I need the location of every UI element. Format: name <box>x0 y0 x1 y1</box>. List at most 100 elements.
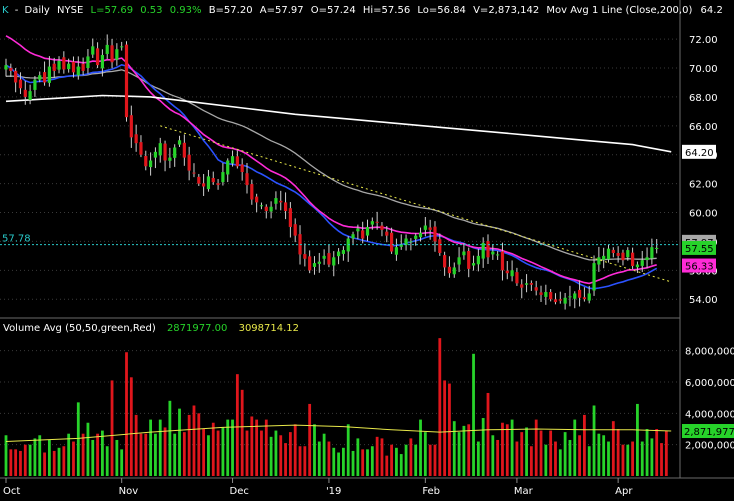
candle-body <box>197 176 201 184</box>
volume-bar <box>602 435 606 476</box>
volume-bar <box>101 430 104 476</box>
candle-body <box>587 293 591 301</box>
volume-bar <box>640 441 644 476</box>
candle-body <box>611 249 615 253</box>
candle-body <box>173 147 177 158</box>
volume-bar <box>264 419 268 476</box>
volume-header: Volume Avg (50,50,green,Red) 2871977.00 … <box>3 323 299 334</box>
candle-body <box>192 172 196 174</box>
volume-bar <box>149 419 152 476</box>
volume-bar <box>38 435 42 476</box>
volume-bar <box>43 452 46 476</box>
candle-body <box>202 183 206 187</box>
candle-body <box>510 270 514 277</box>
candle-body <box>655 247 659 249</box>
candle-body <box>549 292 553 300</box>
header-symbol: K <box>2 5 9 16</box>
candle-body <box>279 200 283 203</box>
volume-bar <box>476 441 480 476</box>
candle-body <box>481 242 485 259</box>
volume-bar <box>288 432 292 476</box>
volume-tick-label: 8,000,000 <box>685 347 734 358</box>
volume-bar <box>231 419 234 476</box>
candle-body <box>568 296 572 298</box>
candle <box>124 41 129 122</box>
candle-body <box>52 63 56 71</box>
candle-body <box>524 283 529 285</box>
price-tag-label: 64.20 <box>685 148 714 159</box>
price-tick-label: 66.00 <box>689 122 718 133</box>
candle-body <box>120 46 124 48</box>
candle-body <box>139 142 143 155</box>
volume-bar <box>655 429 659 476</box>
volume-bar <box>235 374 239 476</box>
volume-bar <box>448 383 451 476</box>
volume-bar <box>303 446 307 476</box>
candle-body <box>563 297 567 304</box>
candle-body <box>115 49 119 60</box>
candle-body <box>390 232 394 252</box>
volume-bar <box>202 429 206 476</box>
candle-body <box>496 254 500 256</box>
volume-bar <box>457 432 461 476</box>
volume-bar <box>501 422 504 476</box>
volume-bar <box>144 433 148 476</box>
volume-bar <box>255 419 259 476</box>
volume-bar <box>361 449 365 476</box>
volume-bar <box>86 422 90 476</box>
header-ma-value: 64.2 <box>701 5 723 16</box>
candle-body <box>433 226 437 242</box>
candle-body <box>592 263 596 291</box>
candle-body <box>158 143 162 156</box>
header-last: L=57.69 <box>91 5 134 16</box>
candle-body <box>149 160 153 168</box>
volume-bar <box>182 432 186 476</box>
candle-body <box>235 156 239 167</box>
header-high: Hi=57.56 <box>363 5 410 16</box>
candle-body <box>187 154 191 171</box>
candle-body <box>134 134 138 144</box>
candle-body <box>317 261 321 264</box>
stock-chart[interactable]: 72.0070.0068.0066.0064.0062.0060.0058.00… <box>0 0 734 497</box>
volume-bar <box>607 441 610 476</box>
volume-bar <box>616 429 620 476</box>
volume-bar <box>558 449 562 476</box>
volume-bar <box>544 444 548 476</box>
candle-body <box>264 206 268 212</box>
candle-body <box>356 228 360 232</box>
volume-bar <box>505 424 509 476</box>
candle-body <box>95 48 100 66</box>
candle-body <box>211 177 215 183</box>
volume-bar <box>240 389 244 476</box>
candle-body <box>332 257 336 266</box>
volume-bar <box>81 433 85 476</box>
volume-bar <box>327 441 331 476</box>
candle-body <box>288 208 292 227</box>
candle-body <box>259 205 264 207</box>
volume-bar <box>664 430 668 476</box>
chart-canvas[interactable]: 72.0070.0068.0066.0064.0062.0060.0058.00… <box>0 0 734 497</box>
candle-body <box>168 157 172 161</box>
price-tick-label: 70.00 <box>689 64 718 75</box>
volume-bar <box>534 419 538 476</box>
volume-header-title: Volume Avg (50,50,green,Red) <box>3 323 156 334</box>
volume-bar <box>554 441 557 476</box>
volume-bar <box>308 403 312 476</box>
volume-bar <box>332 447 336 476</box>
volume-bar <box>91 439 95 476</box>
volume-bar <box>356 438 360 476</box>
volume-bar <box>510 419 514 476</box>
volume-bar <box>105 446 109 476</box>
candle-body <box>423 225 427 230</box>
candle-body <box>206 176 211 190</box>
volume-bar <box>250 416 254 476</box>
volume-bar <box>404 444 408 476</box>
candle-body <box>9 67 13 71</box>
candle-body <box>327 253 331 265</box>
reference-line-label: 57.78 <box>2 234 31 245</box>
volume-bar <box>650 438 654 476</box>
volume-bar <box>467 424 471 476</box>
candle-body <box>91 46 95 55</box>
volume-bar <box>342 447 345 476</box>
price-tag-label: 56.33 <box>685 262 714 273</box>
